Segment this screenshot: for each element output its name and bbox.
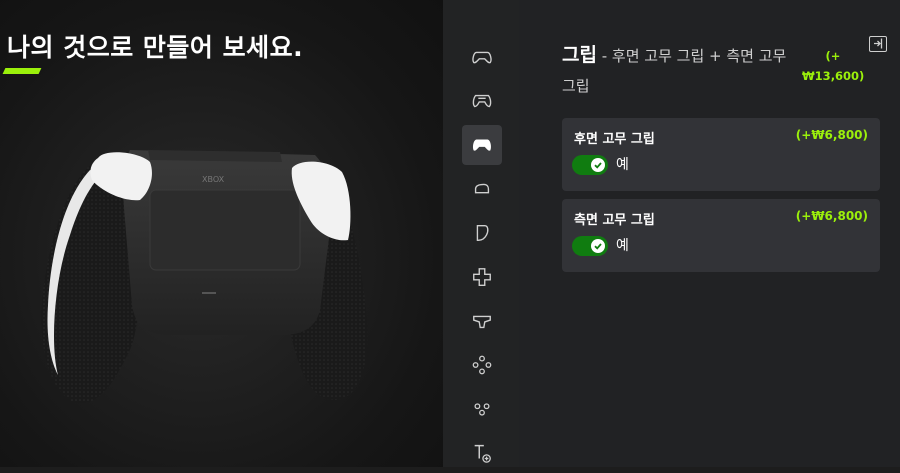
controller-grip-icon — [473, 139, 491, 151]
bumper-icon — [474, 183, 490, 194]
svg-text:XBOX: XBOX — [202, 175, 225, 184]
controller-back-icon — [472, 94, 492, 108]
option-card-side-grip: 측면 고무 그립 (+₩6,800) 예 — [562, 199, 880, 272]
toolbar-thumbstick-button[interactable] — [462, 301, 502, 341]
page-title: 나의 것으로 만들어 보세요. — [7, 33, 304, 62]
collapse-panel-icon — [874, 38, 883, 49]
abxy-buttons-icon — [472, 355, 492, 375]
toolbar-engraving-button[interactable] — [462, 433, 502, 473]
option-card-rear-grip: 후면 고무 그립 (+₩6,800) 예 — [562, 118, 880, 191]
toolbar-abxy-button[interactable] — [462, 345, 502, 385]
option-price: (+₩6,800) — [795, 209, 868, 223]
option-toggle-label: 예 — [616, 157, 629, 173]
engraving-text-icon — [474, 444, 491, 463]
toolbar-view-menu-button[interactable] — [462, 389, 502, 429]
panel-title: 그립 - 후면 고무 그립 + 측면 고무 그립 — [562, 40, 792, 101]
customization-category-toolbar — [443, 0, 519, 467]
toolbar-dpad-button[interactable] — [462, 257, 502, 297]
check-icon — [591, 239, 605, 253]
collapse-panel-button[interactable] — [869, 36, 887, 52]
trigger-icon — [476, 224, 489, 242]
panel-title-main: 그립 — [562, 44, 597, 66]
option-toggle[interactable] — [572, 236, 608, 256]
option-name: 측면 고무 그립 — [574, 213, 655, 228]
view-menu-buttons-icon — [474, 403, 490, 416]
toolbar-body-button[interactable] — [462, 37, 502, 77]
toolbar-trigger-button[interactable] — [462, 213, 502, 253]
controller-body-icon — [472, 51, 492, 64]
title-accent-bar — [2, 68, 42, 74]
options-panel: 그립 - 후면 고무 그립 + 측면 고무 그립 (+₩13,600) 후면 고… — [519, 0, 900, 467]
thumbstick-icon — [473, 315, 491, 329]
check-icon — [591, 158, 605, 172]
toolbar-grip-button[interactable] — [462, 125, 502, 165]
option-toggle[interactable] — [572, 155, 608, 175]
toolbar-back-button[interactable] — [462, 81, 502, 121]
controller-preview-stage: 나의 것으로 만들어 보세요. XBOX — [0, 0, 443, 467]
toolbar-bumper-button[interactable] — [462, 169, 502, 209]
option-name: 후면 고무 그립 — [574, 132, 655, 147]
option-toggle-label: 예 — [616, 238, 629, 254]
option-price: (+₩6,800) — [795, 128, 868, 142]
controller-preview-image[interactable]: XBOX — [30, 130, 390, 410]
dpad-icon — [473, 268, 491, 286]
panel-total-price: (+₩13,600) — [802, 49, 865, 83]
